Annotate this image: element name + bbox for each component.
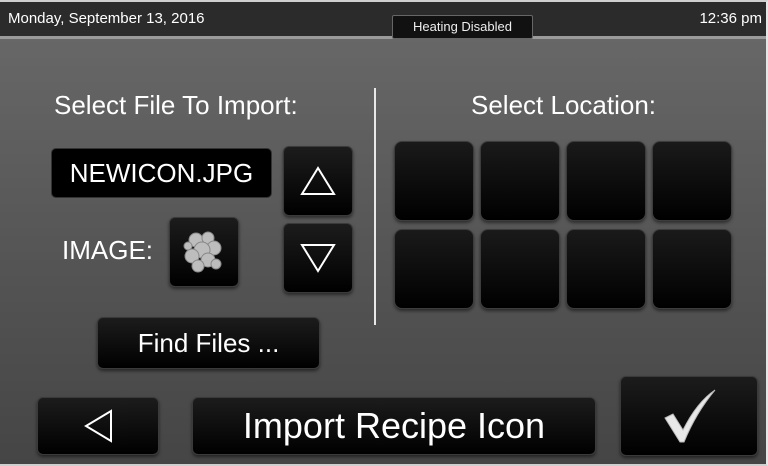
heating-status-badge: Heating Disabled bbox=[392, 15, 533, 39]
clock-display: 12:36 pm bbox=[699, 10, 762, 27]
back-button[interactable] bbox=[37, 397, 159, 455]
triangle-up-icon bbox=[300, 166, 336, 195]
checkmark-icon bbox=[664, 389, 716, 443]
location-slot-8[interactable] bbox=[652, 229, 732, 309]
confirm-button[interactable] bbox=[620, 376, 758, 456]
location-slot-7[interactable] bbox=[566, 229, 646, 309]
location-slot-5[interactable] bbox=[394, 229, 474, 309]
location-slot-3[interactable] bbox=[566, 141, 646, 221]
location-slot-1[interactable] bbox=[394, 141, 474, 221]
location-slot-6[interactable] bbox=[480, 229, 560, 309]
find-files-button[interactable]: Find Files ... bbox=[97, 317, 320, 369]
image-preview bbox=[169, 217, 239, 287]
select-location-heading: Select Location: bbox=[471, 90, 657, 120]
screen: Monday, September 13, 2016 12:36 pm Heat… bbox=[0, 0, 768, 466]
scroll-down-button[interactable] bbox=[283, 223, 353, 293]
image-label: IMAGE: bbox=[62, 235, 154, 265]
status-bar: Monday, September 13, 2016 12:36 pm bbox=[0, 2, 766, 39]
triangle-down-icon bbox=[300, 244, 336, 273]
location-slot-4[interactable] bbox=[652, 141, 732, 221]
triangle-left-icon bbox=[84, 409, 112, 443]
panel-divider bbox=[374, 88, 376, 325]
filename-field[interactable]: NEWICON.JPG bbox=[51, 148, 272, 198]
location-slot-2[interactable] bbox=[480, 141, 560, 221]
date-display: Monday, September 13, 2016 bbox=[8, 10, 205, 27]
recipe-icon-preview bbox=[183, 231, 222, 273]
select-file-heading: Select File To Import: bbox=[54, 90, 298, 120]
scroll-up-button[interactable] bbox=[283, 146, 353, 216]
page-title: Import Recipe Icon bbox=[192, 397, 596, 455]
